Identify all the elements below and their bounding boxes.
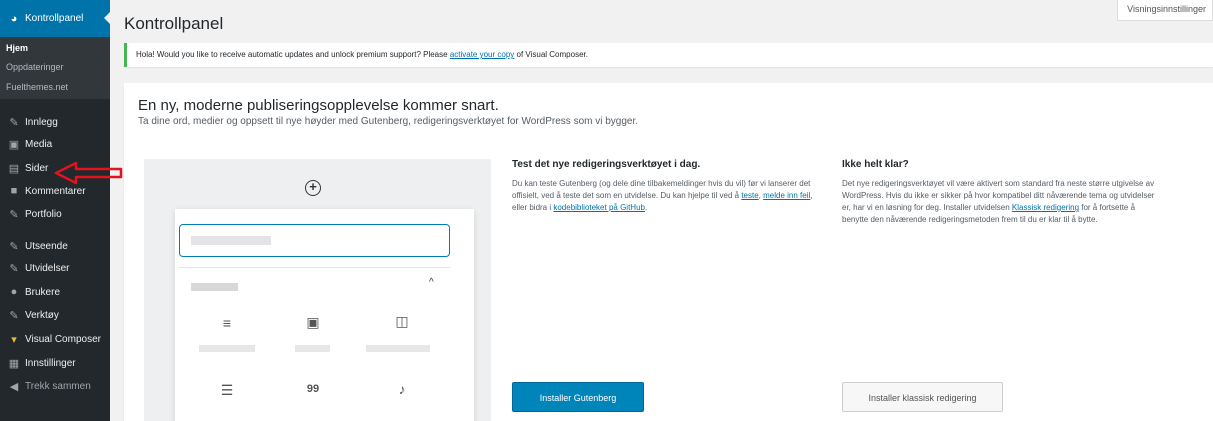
divider xyxy=(179,267,450,268)
sidebar-item-label: Utseende xyxy=(25,240,68,252)
brush-icon: ✎ xyxy=(9,240,19,253)
add-block-icon: + xyxy=(305,180,321,196)
media-icon: ▣ xyxy=(8,138,20,151)
sidebar-item-label: Innlegg xyxy=(25,116,58,128)
dashboard-submenu: Hjem Oppdateringer Fuelthemes.net xyxy=(0,37,110,99)
wrench-icon: ✎ xyxy=(9,309,19,322)
page-icon: ▤ xyxy=(8,162,20,175)
test-text-3: . xyxy=(644,203,648,212)
test-column-title: Test det nye redigeringsverktøyet i dag. xyxy=(512,159,701,170)
user-icon: ● xyxy=(10,286,18,298)
quote-icon: 99 xyxy=(306,383,320,395)
sidebar-item-dashboard[interactable]: ◕ Kontrollpanel xyxy=(0,0,110,37)
sidebar-item-posts[interactable]: ✎ Innlegg xyxy=(0,111,110,133)
sidebar-item-portfolio[interactable]: ✎ Portfolio xyxy=(0,203,110,225)
welcome-title: En ny, moderne publiseringsopplevelse ko… xyxy=(138,97,499,114)
block-label-bar xyxy=(199,345,255,352)
sidebar-item-label: Visual Composer xyxy=(25,333,101,345)
sidebar-item-label: Sider xyxy=(25,162,49,174)
search-input-mockup xyxy=(179,224,450,257)
pin-icon: ✎ xyxy=(9,116,19,129)
chevron-up-icon: ^ xyxy=(429,277,434,288)
gutenberg-welcome-panel: En ny, moderne publiseringsopplevelse ko… xyxy=(124,83,1213,421)
sidebar-item-label: Verktøy xyxy=(25,309,59,321)
sidebar-item-label: Kommentarer xyxy=(25,185,86,197)
collapse-icon: ◀ xyxy=(9,380,19,393)
sidebar-item-visual-composer[interactable]: ▾ Visual Composer xyxy=(0,328,110,350)
main-content: Kontrollpanel Visningsinnstillinger Hola… xyxy=(110,0,1213,421)
block-inserter-mockup: ^ ≡ ▣ ◫ ☰ 99 ♪ xyxy=(175,209,474,421)
sidebar-item-label: Media xyxy=(25,138,53,150)
admin-sidebar: ◕ Kontrollpanel Hjem Oppdateringer Fuelt… xyxy=(0,0,111,421)
welcome-subtitle: Ta dine ord, medier og oppsett til nye h… xyxy=(138,116,639,127)
paragraph-icon: ≡ xyxy=(222,315,232,331)
dashboard-icon: ◕ xyxy=(10,12,18,25)
sidebar-item-appearance[interactable]: ✎ Utseende xyxy=(0,235,110,257)
sidebar-item-plugins[interactable]: ✎ Utvidelser xyxy=(0,257,110,279)
submenu-item-updates[interactable]: Oppdateringer xyxy=(6,62,64,72)
sidebar-item-tools[interactable]: ✎ Verktøy xyxy=(0,304,110,326)
update-notice: Hola! Would you like to receive automati… xyxy=(124,43,1213,67)
notice-text-end: of Visual Composer. xyxy=(514,50,588,59)
install-classic-editor-button[interactable]: Installer klassisk redigering xyxy=(842,382,1003,412)
editor-mockup-image: + ^ ≡ ▣ ◫ ☰ 99 ♪ xyxy=(144,159,491,421)
submenu-item-home[interactable]: Hjem xyxy=(6,43,28,53)
activate-link[interactable]: activate your copy xyxy=(450,50,514,59)
collapse-menu-button[interactable]: ◀ Trekk sammen xyxy=(0,375,110,397)
sidebar-item-users[interactable]: ● Brukere xyxy=(0,281,110,303)
submenu-item-fuelthemes[interactable]: Fuelthemes.net xyxy=(6,82,68,92)
notice-text: Hola! Would you like to receive automati… xyxy=(136,50,450,59)
classic-column-text: Det nye redigeringsverktøyet vil være ak… xyxy=(842,178,1160,226)
test-column-text: Du kan teste Gutenberg (og dele dine til… xyxy=(512,178,826,214)
sidebar-item-label: Portfolio xyxy=(25,208,62,220)
screen-options-button[interactable]: Visningsinnstillinger xyxy=(1117,0,1213,21)
search-placeholder-bar xyxy=(191,236,271,245)
report-bug-link[interactable]: melde inn feil xyxy=(763,191,810,200)
sidebar-item-label: Utvidelser xyxy=(25,262,70,274)
visual-composer-icon: ▾ xyxy=(11,333,17,346)
block-label-bar xyxy=(366,345,430,352)
block-label-bar xyxy=(295,345,330,352)
sidebar-item-label: Kontrollpanel xyxy=(25,13,84,24)
category-label-bar xyxy=(191,283,238,291)
github-link[interactable]: kodebiblioteket på GitHub xyxy=(553,203,645,212)
collapse-menu-label: Trekk sammen xyxy=(25,380,91,392)
classic-column-title: Ikke helt klar? xyxy=(842,159,909,170)
install-gutenberg-button[interactable]: Installer Gutenberg xyxy=(512,382,644,412)
classic-editor-link[interactable]: Klassisk redigering xyxy=(1012,203,1079,212)
image-icon: ▣ xyxy=(306,314,320,330)
gallery-icon: ◫ xyxy=(395,313,409,329)
plug-icon: ✎ xyxy=(9,262,19,275)
sidebar-item-settings[interactable]: ▦ Innstillinger xyxy=(0,352,110,374)
audio-icon: ♪ xyxy=(398,381,406,397)
test-link[interactable]: teste xyxy=(741,191,758,200)
sidebar-item-label: Innstillinger xyxy=(25,357,76,369)
pin-icon: ✎ xyxy=(9,208,19,221)
page-title: Kontrollpanel xyxy=(124,14,224,33)
sidebar-item-media[interactable]: ▣ Media xyxy=(0,133,110,155)
list-icon: ☰ xyxy=(220,382,234,398)
comment-icon: ■ xyxy=(10,185,18,197)
sidebar-item-label: Brukere xyxy=(25,286,61,298)
settings-icon: ▦ xyxy=(8,357,20,370)
